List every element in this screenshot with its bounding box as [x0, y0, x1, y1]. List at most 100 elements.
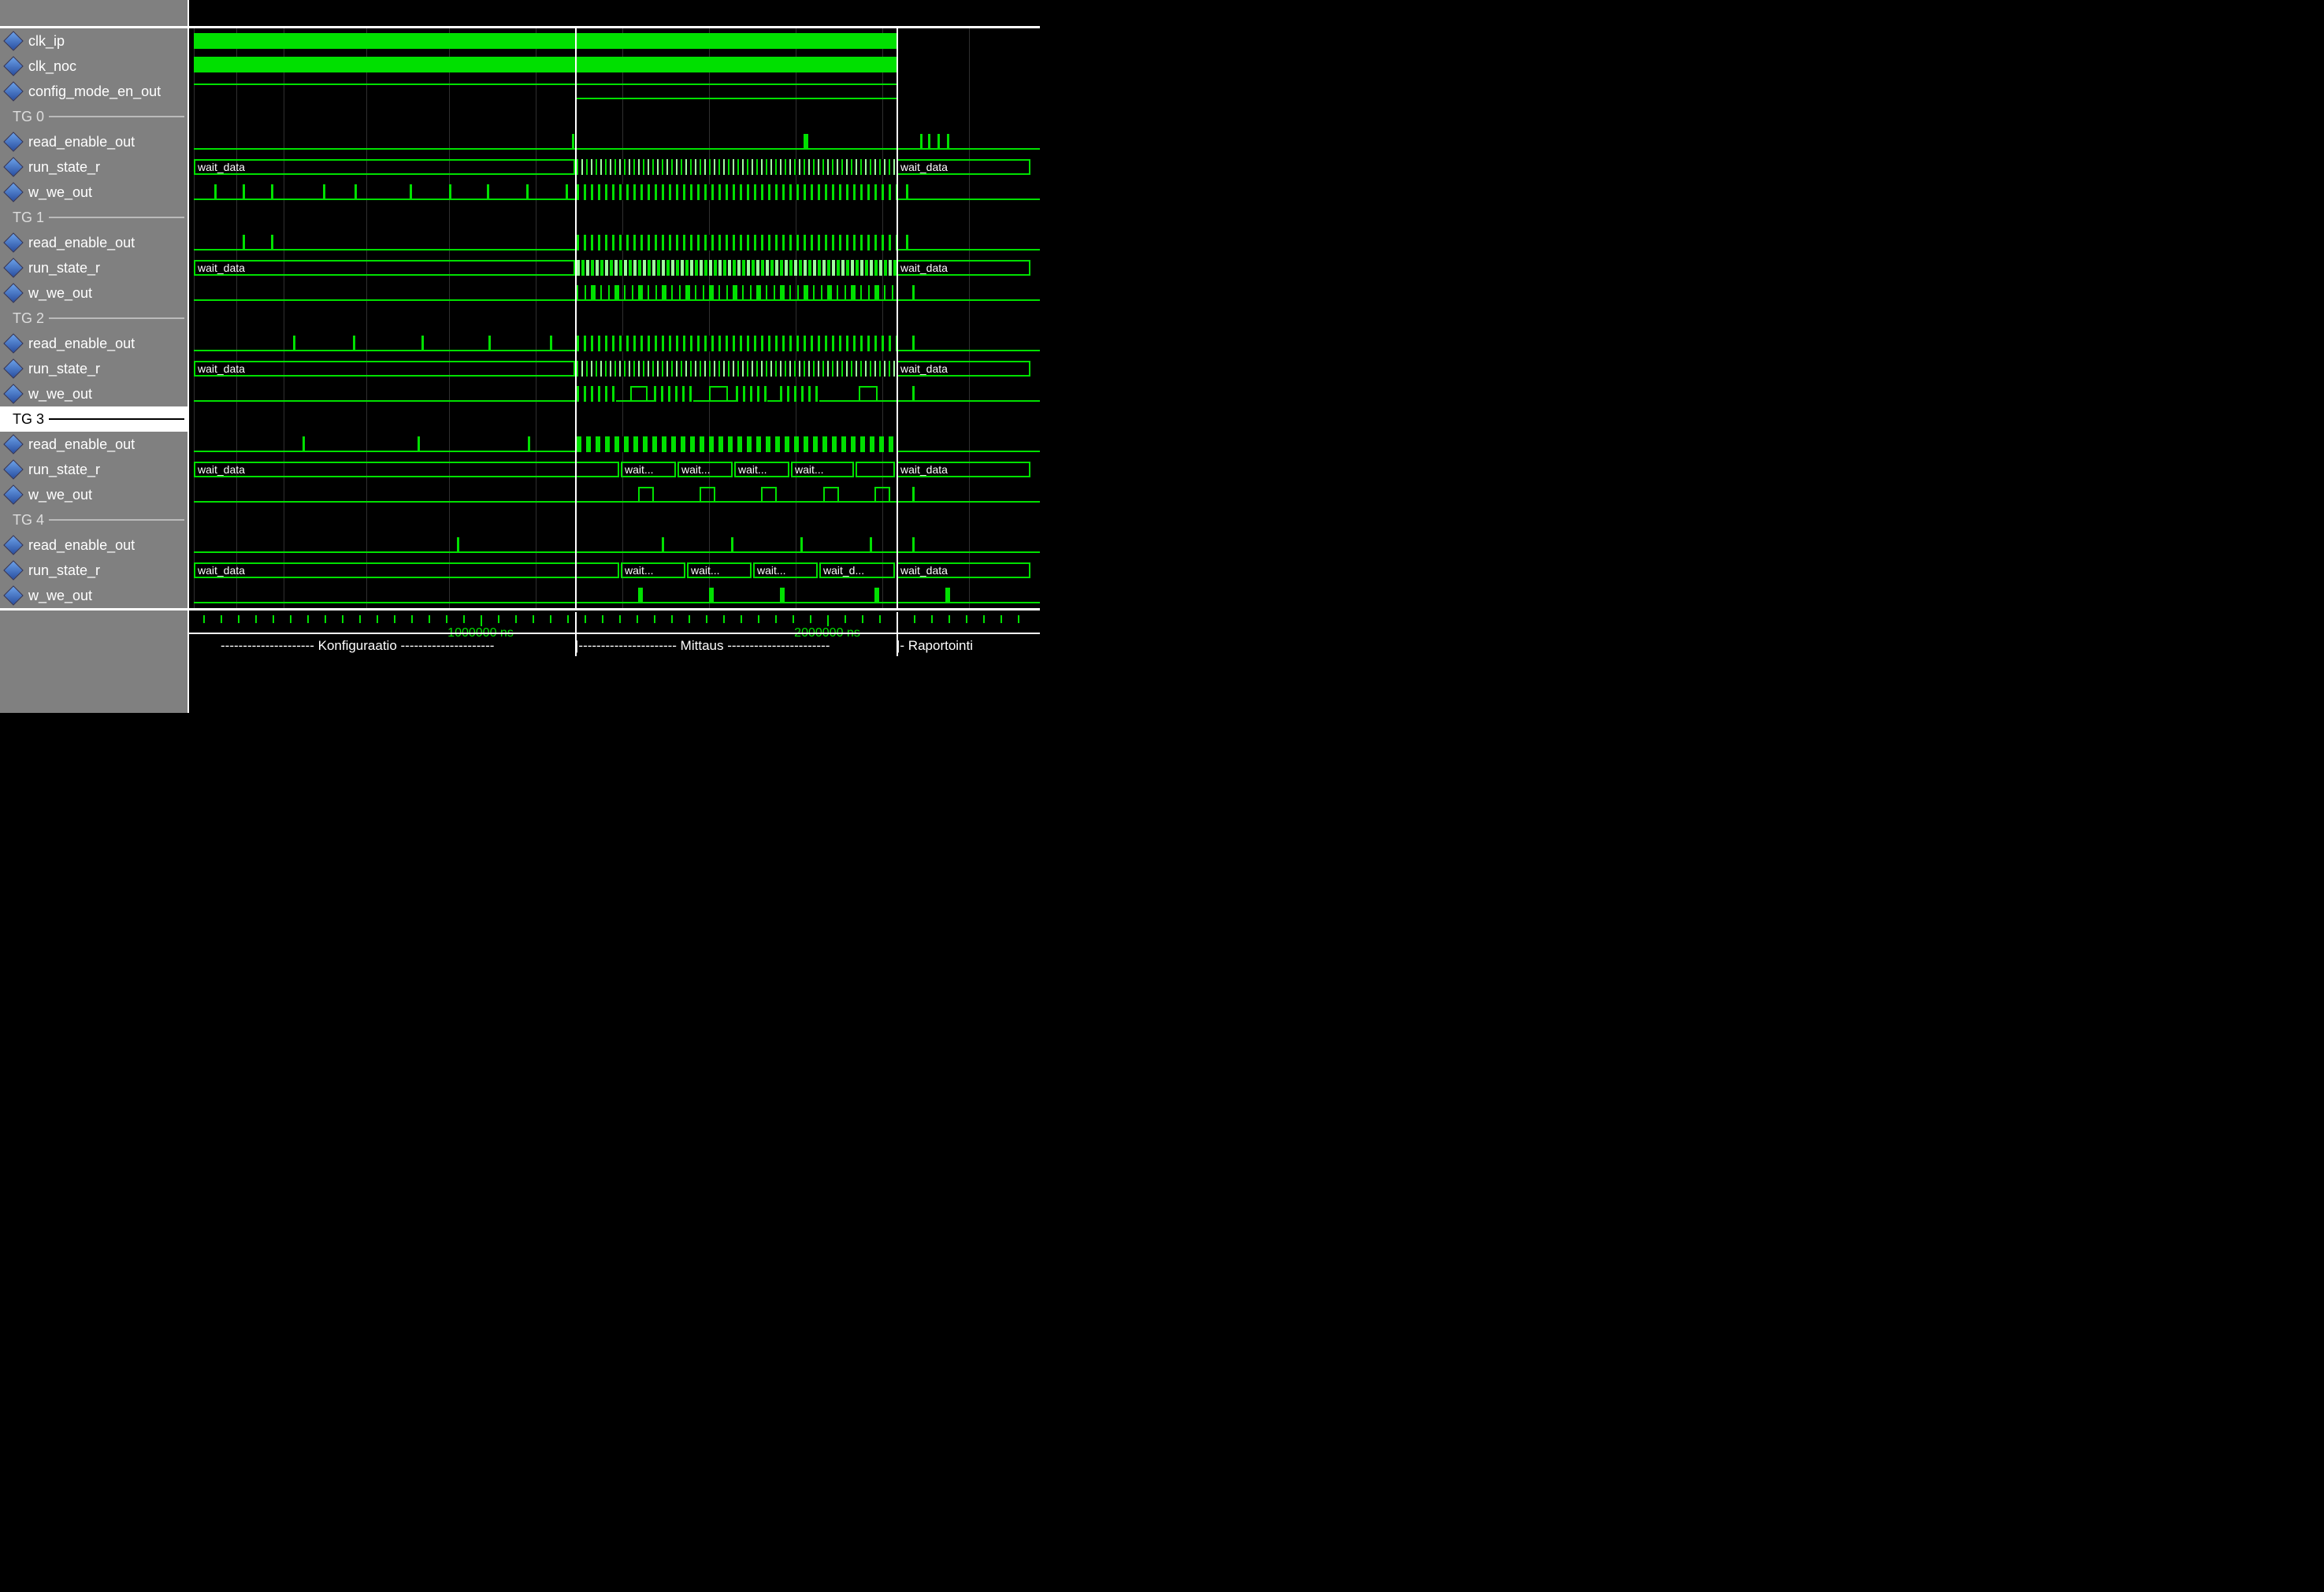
wave-config-mode-en-out[interactable] — [189, 79, 1040, 104]
wave-tg1-run-state-r[interactable]: wait_data wait_data — [189, 255, 1040, 280]
wave-tg1-w-we-out[interactable] — [189, 280, 1040, 306]
bus-value: wait_data — [897, 159, 1030, 175]
wave-tg0-read-enable-out[interactable] — [189, 129, 1040, 154]
wave-divider-tg2 — [189, 306, 1040, 331]
bus-value: wait... — [734, 462, 789, 477]
wave-divider-tg4 — [189, 507, 1040, 533]
signal-icon — [3, 157, 23, 176]
cursor-a[interactable] — [575, 28, 577, 608]
signal-tg0-w-we-out[interactable]: w_we_out — [0, 180, 187, 205]
bus-value: wait... — [753, 562, 818, 578]
bus-dense — [577, 361, 897, 377]
wave-clk-noc[interactable] — [189, 54, 1040, 79]
bus-value: wait_data — [897, 562, 1030, 578]
bus-value — [856, 462, 895, 477]
group-label: TG 2 — [6, 310, 44, 327]
name-pane-header — [0, 0, 187, 28]
signal-clk-ip[interactable]: clk_ip — [0, 28, 187, 54]
wave-tg3-w-we-out[interactable] — [189, 482, 1040, 507]
signal-tg0-read-enable-out[interactable]: read_enable_out — [0, 129, 187, 154]
signal-tg3-run-state-r[interactable]: run_state_r — [0, 457, 187, 482]
signal-trace — [194, 83, 898, 85]
phase-row: --------------------- Konfiguraatio ----… — [189, 633, 1040, 658]
wave-tg3-run-state-r[interactable]: wait_data wait... wait... wait... wait..… — [189, 457, 1040, 482]
phase-raportointi: |- Raportointi — [897, 638, 973, 654]
signal-tg4-w-we-out[interactable]: w_we_out — [0, 583, 187, 608]
phase-mittaus: |---------------------- Mittaus --------… — [575, 638, 830, 654]
bus-value: wait... — [621, 562, 685, 578]
clock-trace — [194, 57, 898, 72]
signal-label: read_enable_out — [28, 436, 135, 453]
wave-divider-tg3 — [189, 406, 1040, 432]
divider-line — [49, 217, 184, 218]
signal-label: w_we_out — [28, 285, 92, 302]
group-tg2[interactable]: TG 2 — [0, 306, 187, 331]
name-pane-footer — [0, 608, 187, 674]
signal-tg4-run-state-r[interactable]: run_state_r — [0, 558, 187, 583]
signal-label: clk_noc — [28, 58, 76, 75]
signal-icon — [3, 459, 23, 479]
signal-tg0-run-state-r[interactable]: run_state_r — [0, 154, 187, 180]
wave-tg3-read-enable-out[interactable] — [189, 432, 1040, 457]
divider-line — [49, 519, 184, 521]
wave-tg1-read-enable-out[interactable] — [189, 230, 1040, 255]
wave-header — [189, 0, 1040, 28]
signal-icon — [3, 585, 23, 605]
wave-body[interactable]: wait_data wait_data — [189, 28, 1040, 608]
group-label: TG 4 — [6, 512, 44, 529]
signal-config-mode-en-out[interactable]: config_mode_en_out — [0, 79, 187, 104]
group-tg3[interactable]: TG 3 — [0, 406, 187, 432]
signal-tg4-read-enable-out[interactable]: read_enable_out — [0, 533, 187, 558]
signal-label: config_mode_en_out — [28, 83, 161, 100]
signal-label: run_state_r — [28, 562, 100, 579]
signal-tg3-w-we-out[interactable]: w_we_out — [0, 482, 187, 507]
cursor-b[interactable] — [897, 28, 898, 608]
signal-clk-noc[interactable]: clk_noc — [0, 54, 187, 79]
signal-label: run_state_r — [28, 462, 100, 478]
signal-trace — [194, 602, 1040, 603]
signal-tg2-w-we-out[interactable]: w_we_out — [0, 381, 187, 406]
signal-tg3-read-enable-out[interactable]: read_enable_out — [0, 432, 187, 457]
divider-line — [49, 317, 184, 319]
wave-divider-tg1 — [189, 205, 1040, 230]
bus-dense — [577, 260, 897, 276]
signal-tg2-run-state-r[interactable]: run_state_r — [0, 356, 187, 381]
wave-clk-ip[interactable] — [189, 28, 1040, 54]
signal-icon — [3, 132, 23, 151]
wave-tg4-run-state-r[interactable]: wait_data wait... wait... wait... wait_d… — [189, 558, 1040, 583]
signal-icon — [3, 384, 23, 403]
waveform-pane[interactable]: wait_data wait_data — [189, 0, 1040, 713]
phase-konfiguraatio: --------------------- Konfiguraatio ----… — [221, 638, 494, 654]
wave-tg2-run-state-r[interactable]: wait_data wait_data — [189, 356, 1040, 381]
divider-line — [49, 418, 184, 420]
wave-tg2-w-we-out[interactable] — [189, 381, 1040, 406]
bus-value: wait... — [791, 462, 854, 477]
signal-tg1-read-enable-out[interactable]: read_enable_out — [0, 230, 187, 255]
wave-tg4-read-enable-out[interactable] — [189, 533, 1040, 558]
signal-tg1-w-we-out[interactable]: w_we_out — [0, 280, 187, 306]
signal-icon — [3, 56, 23, 76]
signal-icon — [3, 258, 23, 277]
signal-label: w_we_out — [28, 588, 92, 604]
signal-label: run_state_r — [28, 159, 100, 176]
group-tg0[interactable]: TG 0 — [0, 104, 187, 129]
group-tg1[interactable]: TG 1 — [0, 205, 187, 230]
signal-icon — [3, 232, 23, 252]
wave-tg0-w-we-out[interactable] — [189, 180, 1040, 205]
time-ruler[interactable]: 1000000 ns 2000000 ns — [189, 610, 1040, 633]
signal-name-pane[interactable]: clk_ip clk_noc config_mode_en_out TG 0 r… — [0, 0, 189, 713]
bus-dense — [577, 159, 897, 175]
wave-tg4-w-we-out[interactable] — [189, 583, 1040, 608]
signal-trace — [194, 148, 1040, 150]
signal-tg2-read-enable-out[interactable]: read_enable_out — [0, 331, 187, 356]
waveform-viewer: clk_ip clk_noc config_mode_en_out TG 0 r… — [0, 0, 1040, 713]
wave-tg2-read-enable-out[interactable] — [189, 331, 1040, 356]
signal-tg1-run-state-r[interactable]: run_state_r — [0, 255, 187, 280]
wave-footer: 1000000 ns 2000000 ns ------------------… — [189, 608, 1040, 674]
signal-label: run_state_r — [28, 260, 100, 276]
group-tg4[interactable]: TG 4 — [0, 507, 187, 533]
signal-icon — [3, 31, 23, 50]
signal-label: read_enable_out — [28, 336, 135, 352]
wave-tg0-run-state-r[interactable]: wait_data wait_data — [189, 154, 1040, 180]
bus-value: wait... — [621, 462, 676, 477]
